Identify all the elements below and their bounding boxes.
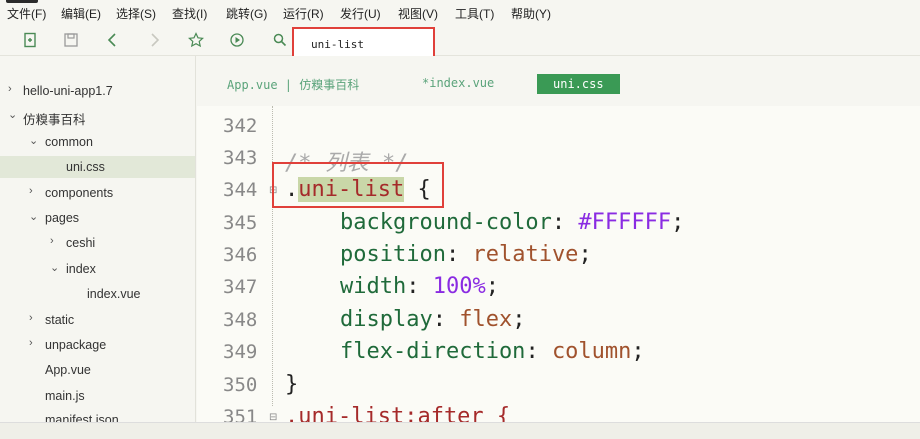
line-number: 350 [223,374,258,396]
code-text: flex-direction: column; [340,339,645,364]
tree-item-label: hello-uni-app1.7 [23,84,113,98]
code-property: flex-direction [340,339,526,364]
code-property: width [340,274,407,299]
menu-run[interactable]: 运行(R) [283,5,324,22]
project-sidebar: › hello-uni-app1.7 ⌄ 仿糗事百科 ⌄ common uni.… [0,56,196,439]
code-line: 347 width: 100%; [197,272,920,304]
line-number: 344 [223,179,258,201]
tab-uni-css[interactable]: uni.css [537,74,620,94]
code-close-brace: } [285,372,299,397]
tree-item-file[interactable]: main.js [0,385,195,407]
tree-item-label: components [45,186,114,200]
line-number: 342 [223,115,258,137]
tree-item-project[interactable]: › hello-uni-app1.7 [0,80,195,102]
tree-item-label: pages [45,211,80,225]
status-bar [0,422,920,439]
tree-item-folder[interactable]: › ceshi [0,232,195,254]
code-property: position [340,242,446,267]
chevron-right-icon[interactable]: › [50,235,60,247]
code-value: column [551,339,632,364]
menu-select[interactable]: 选择(S) [116,5,156,22]
tree-item-label: uni.css [66,160,105,174]
code-text: width: 100%; [340,274,499,299]
code-editor[interactable]: 342 343 /* 列表 */ 344 ⊟ .uni-list { 345 b… [197,106,920,439]
code-value: flex [459,307,513,332]
code-property: display [340,307,433,332]
chevron-down-icon[interactable]: ⌄ [29,134,39,147]
search-input[interactable] [311,36,421,52]
tree-item-label: 仿糗事百科 [23,113,86,127]
tree-item-file-selected[interactable]: uni.css [0,156,195,178]
tree-item-folder[interactable]: ⌄ index [0,258,195,280]
code-text: background-color: #FFFFFF; [340,210,685,235]
tree-item-label: common [45,135,93,149]
chevron-right-icon[interactable]: › [29,337,39,349]
star-icon[interactable] [187,31,205,49]
code-line: 345 background-color: #FFFFFF; [197,208,920,240]
tree-item-label: unpackage [45,338,107,352]
code-text: position: relative; [340,242,592,267]
tree-item-label: App.vue [45,363,91,377]
menu-help[interactable]: 帮助(Y) [511,5,551,22]
chevron-right-icon[interactable]: › [29,312,39,324]
chevron-down-icon[interactable]: ⌄ [8,108,18,121]
code-property: background-color [340,210,552,235]
menu-publish[interactable]: 发行(U) [340,5,381,22]
toolbar [0,24,920,56]
tree-item-label: index [66,262,96,276]
code-value: #FFFFFF [578,210,672,235]
tree-item-folder[interactable]: ⌄ common [0,131,195,153]
menu-bar: 文件(F) 编辑(E) 选择(S) 查找(I) 跳转(G) 运行(R) 发行(U… [0,0,920,24]
tree-item-folder[interactable]: › components [0,182,195,204]
app-logo-icon [6,0,38,3]
tree-item-project[interactable]: ⌄ 仿糗事百科 [0,105,195,127]
tree-item-file[interactable]: index.vue [0,283,195,305]
tree-item-folder[interactable]: ⌄ pages [0,207,195,229]
line-number: 346 [223,244,258,266]
menu-find[interactable]: 查找(I) [172,5,207,22]
tree-item-folder[interactable]: › unpackage [0,334,195,356]
code-text: display: flex; [340,307,526,332]
tree-item-folder[interactable]: › static [0,309,195,331]
forward-icon[interactable] [145,31,163,49]
tab-index-vue[interactable]: *index.vue [422,76,494,90]
run-icon[interactable] [228,31,246,49]
editor-tabs: App.vue | 仿糗事百科 *index.vue uni.css [197,56,920,106]
chevron-down-icon[interactable]: ⌄ [50,261,60,274]
line-number: 348 [223,309,258,331]
code-line: 346 position: relative; [197,240,920,272]
code-line: 342 [197,111,920,143]
search-icon[interactable] [271,31,289,49]
menu-goto[interactable]: 跳转(G) [226,5,267,22]
highlight-box [272,162,444,208]
menu-tools[interactable]: 工具(T) [455,5,494,22]
tree-item-label: ceshi [66,236,96,250]
tree-item-label: main.js [45,389,85,403]
code-value: 100% [432,274,486,299]
line-number: 345 [223,212,258,234]
line-number: 343 [223,147,258,169]
chevron-right-icon[interactable]: › [8,83,18,95]
line-number: 349 [223,341,258,363]
new-file-icon[interactable] [21,31,39,49]
menu-edit[interactable]: 编辑(E) [61,5,101,22]
code-value: relative [472,242,579,267]
menu-file[interactable]: 文件(F) [7,5,46,22]
code-line: 350 } [197,370,920,402]
code-line: 348 display: flex; [197,305,920,337]
tree-item-file[interactable]: App.vue [0,359,195,381]
tab-app-vue[interactable]: App.vue | 仿糗事百科 [227,76,359,93]
code-line: 349 flex-direction: column; [197,337,920,369]
line-number: 347 [223,276,258,298]
chevron-down-icon[interactable]: ⌄ [29,210,39,223]
save-icon[interactable] [62,31,80,49]
chevron-right-icon[interactable]: › [29,185,39,197]
menu-view[interactable]: 视图(V) [398,5,438,22]
back-icon[interactable] [104,31,122,49]
tree-item-label: index.vue [87,287,141,301]
tree-item-label: static [45,313,75,327]
